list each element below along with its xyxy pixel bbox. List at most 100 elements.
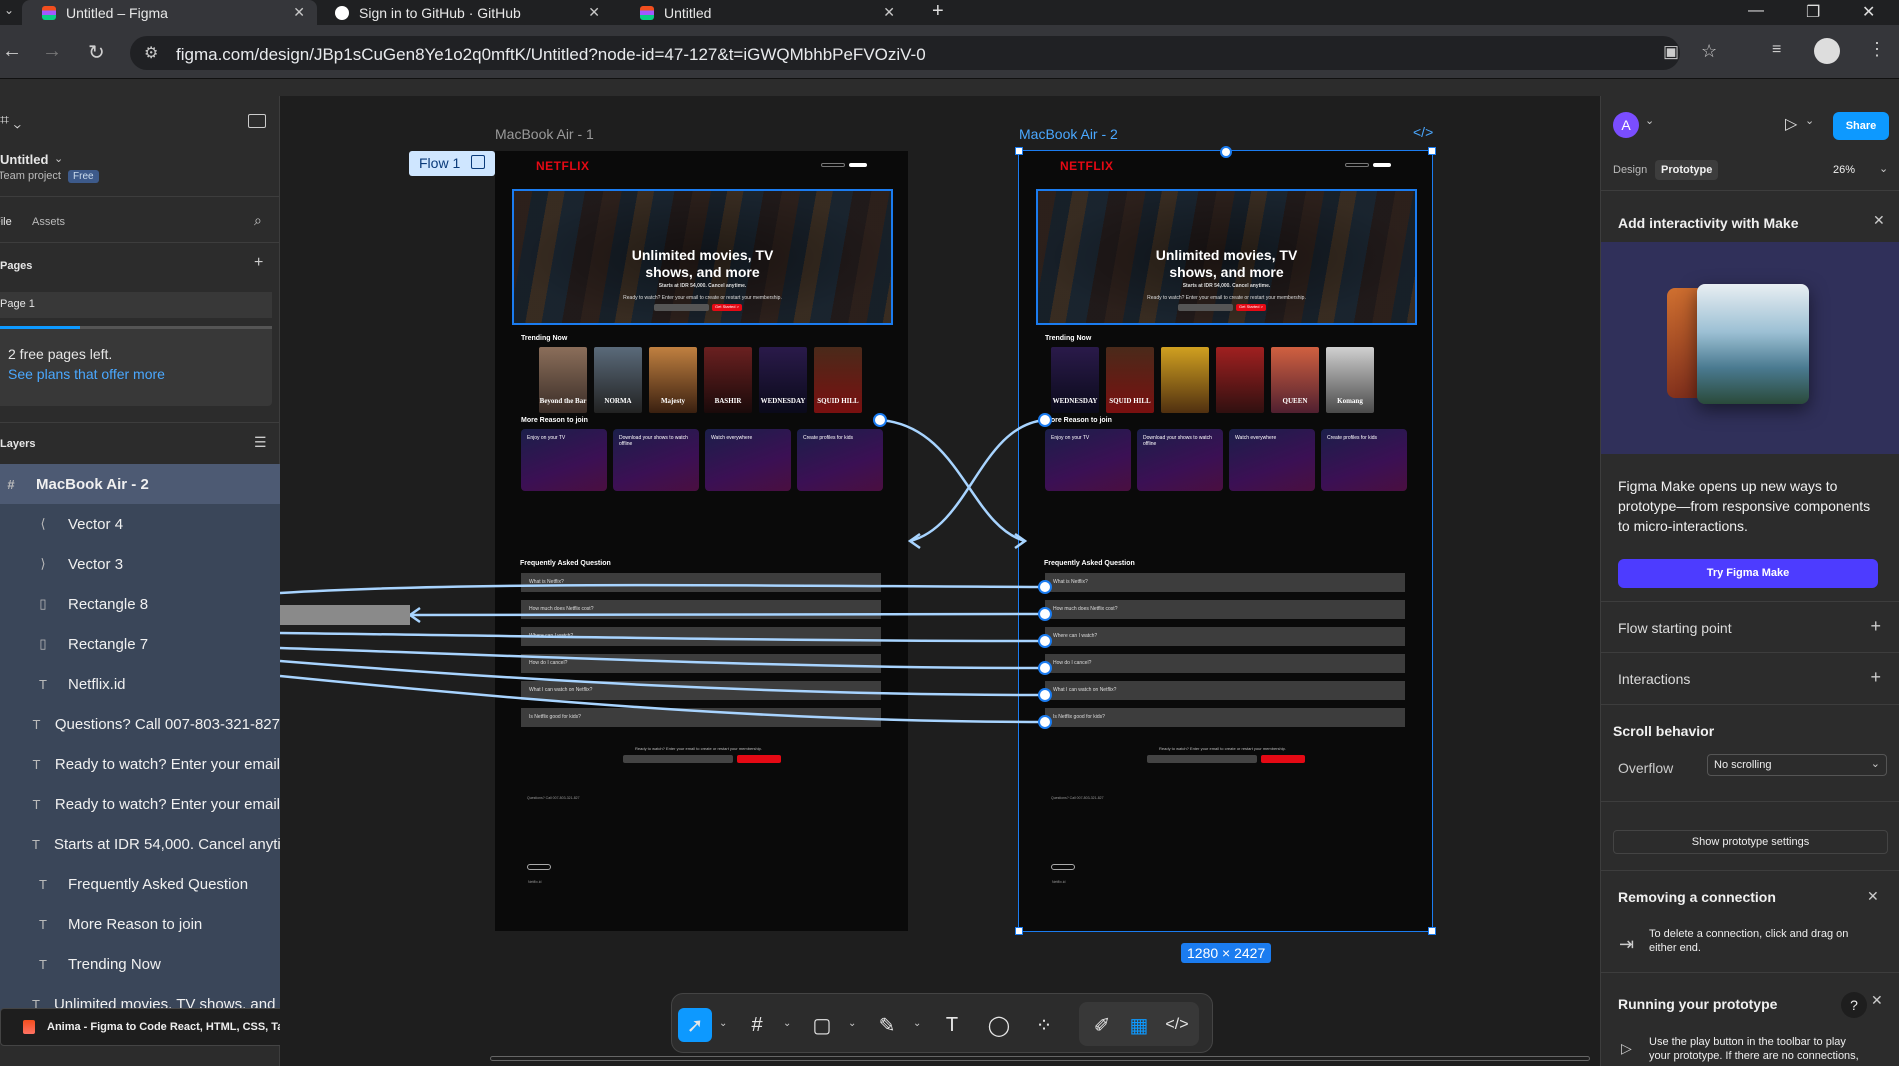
layer-item[interactable]: T Starts at IDR 54,000. Cancel anytime.: [0, 824, 280, 864]
code-icon[interactable]: </>: [1413, 124, 1433, 140]
plan-badge[interactable]: Free: [68, 170, 99, 183]
layer-item[interactable]: ▯ Rectangle 8: [0, 584, 280, 624]
rectangle-tool[interactable]: ▢: [805, 1008, 839, 1042]
add-flow-icon[interactable]: +: [1870, 616, 1881, 637]
draw-tool[interactable]: ✐: [1085, 1008, 1119, 1042]
layer-item[interactable]: T Trending Now: [0, 944, 280, 984]
search-icon[interactable]: ⌕: [254, 212, 262, 229]
dev-mode-tool[interactable]: ▦: [1122, 1008, 1156, 1042]
code-tool[interactable]: </>: [1160, 1008, 1194, 1042]
tab-file[interactable]: File: [0, 216, 12, 228]
layers-options-icon[interactable]: ☰: [254, 434, 267, 451]
figma-menu-icon[interactable]: ⌗ ⌄: [0, 112, 21, 130]
forward-icon[interactable]: →: [42, 40, 62, 63]
minimize-icon[interactable]: —: [1748, 2, 1764, 20]
comment-tool[interactable]: ◯: [982, 1008, 1016, 1042]
frame-label[interactable]: MacBook Air - 2: [1019, 126, 1118, 142]
reason-text: Watch everywhere: [711, 435, 753, 441]
layer-item[interactable]: T Questions? Call 007-803-321-827: [0, 704, 280, 744]
faq-question: How do I cancel?: [529, 660, 568, 666]
layer-item[interactable]: ⟨ Vector 4: [0, 504, 280, 544]
trending-heading: Trending Now: [521, 335, 568, 342]
close-icon[interactable]: ✕: [1867, 888, 1879, 905]
layers-heading: Layers: [0, 438, 36, 450]
horizontal-scrollbar[interactable]: [490, 1056, 1590, 1061]
layer-item[interactable]: T Ready to watch? Enter your email: [0, 744, 280, 784]
frame-tool[interactable]: #: [740, 1008, 774, 1042]
frame-macbook-air-1[interactable]: NETFLIX Unlimited movies, TV shows, and m…: [495, 151, 908, 931]
add-interaction-icon[interactable]: +: [1870, 667, 1881, 688]
chevron-down-icon[interactable]: ⌄: [783, 1018, 791, 1029]
bookmark-star-icon[interactable]: ☆: [1701, 41, 1717, 62]
frame-label[interactable]: MacBook Air - 1: [495, 126, 594, 142]
tab-untitled[interactable]: Untitled ✕: [640, 0, 905, 25]
rotation-handle[interactable]: [1220, 146, 1232, 158]
close-icon[interactable]: ✕: [1871, 992, 1883, 1009]
chevron-down-icon[interactable]: ⌄: [1805, 114, 1814, 127]
chevron-down-icon[interactable]: ⌄: [1645, 114, 1654, 127]
hero-price: Starts at IDR 54,000. Cancel anytime.: [1182, 283, 1271, 289]
share-button[interactable]: Share: [1833, 112, 1889, 140]
add-page-icon[interactable]: +: [254, 254, 263, 272]
chevron-down-icon[interactable]: ⌄: [848, 1018, 856, 1029]
toggle-sidebar-icon[interactable]: [248, 114, 266, 128]
close-icon[interactable]: ✕: [883, 4, 895, 21]
close-icon[interactable]: ✕: [1873, 212, 1885, 229]
actions-tool[interactable]: ⁘: [1027, 1008, 1061, 1042]
flow-label[interactable]: Flow 1: [409, 151, 495, 176]
tab-github[interactable]: Sign in to GitHub · GitHub ✕: [335, 0, 610, 25]
layer-item[interactable]: ⟩ Vector 3: [0, 544, 280, 584]
media-controls-icon[interactable]: ≡: [1772, 41, 1781, 59]
close-icon[interactable]: ✕: [293, 4, 305, 21]
chevron-down-icon[interactable]: ⌄: [719, 1018, 727, 1029]
overflow-select[interactable]: No scrolling ⌄: [1707, 754, 1887, 776]
reload-icon[interactable]: ↻: [88, 40, 105, 65]
profile-avatar[interactable]: [1814, 38, 1840, 64]
avatar[interactable]: A: [1613, 112, 1639, 138]
pen-tool[interactable]: ✎: [870, 1008, 904, 1042]
move-tool[interactable]: ➚: [678, 1008, 712, 1042]
play-flow-icon[interactable]: [471, 155, 485, 169]
close-icon[interactable]: ✕: [588, 4, 600, 21]
layer-item[interactable]: T Netflix.id: [0, 664, 280, 704]
url-field[interactable]: ⚙ figma.com/design/JBp1sCuGen8Ye1o2q0mft…: [130, 36, 1717, 70]
file-name[interactable]: Untitled: [0, 152, 48, 167]
chevron-down-icon[interactable]: ⌄: [1879, 162, 1888, 175]
help-icon[interactable]: ?: [1841, 992, 1867, 1018]
close-window-icon[interactable]: ✕: [1862, 2, 1875, 22]
frame-macbook-air-2[interactable]: NETFLIX Unlimited movies, TV shows, and m…: [1018, 150, 1433, 932]
tab-prototype[interactable]: Prototype: [1655, 160, 1719, 180]
see-plans-link[interactable]: See plans that offer more: [8, 366, 165, 382]
resize-handle[interactable]: [1015, 147, 1023, 155]
canvas[interactable]: Flow 1 MacBook Air - 1 MacBook Air - 2 <…: [280, 96, 1600, 1066]
layer-name: MacBook Air - 2: [36, 475, 149, 493]
prototype-settings-button[interactable]: Show prototype settings: [1613, 830, 1888, 854]
back-icon[interactable]: ←: [2, 40, 22, 63]
zoom-level[interactable]: 26%: [1833, 164, 1855, 176]
layer-item[interactable]: T Frequently Asked Question: [0, 864, 280, 904]
try-figma-make-button[interactable]: Try Figma Make: [1618, 559, 1878, 588]
resize-handle[interactable]: [1428, 147, 1436, 155]
layer-item[interactable]: # MacBook Air - 2: [0, 464, 280, 504]
play-icon[interactable]: ▷: [1785, 114, 1797, 134]
tab-design[interactable]: Design: [1613, 164, 1647, 176]
layer-item[interactable]: T Ready to watch? Enter your email: [0, 784, 280, 824]
site-settings-icon[interactable]: ⚙: [144, 43, 158, 63]
layer-item[interactable]: ▯ Rectangle 7: [0, 624, 280, 664]
tab-search-icon[interactable]: ⌄: [4, 3, 14, 17]
faq-question: How much does Netflix cost?: [529, 606, 594, 612]
layer-item[interactable]: T More Reason to join: [0, 904, 280, 944]
tab-figma-untitled[interactable]: Untitled – Figma ✕: [22, 0, 317, 25]
chevron-down-icon[interactable]: ⌄: [54, 152, 63, 165]
restore-icon[interactable]: ❐: [1806, 2, 1820, 22]
resize-handle[interactable]: [1428, 927, 1436, 935]
chevron-down-icon[interactable]: ⌄: [913, 1018, 921, 1029]
page-item-page-1[interactable]: Page 1: [0, 292, 272, 318]
new-tab-button[interactable]: +: [932, 0, 944, 23]
tab-assets[interactable]: Assets: [32, 216, 65, 228]
resize-handle[interactable]: [1015, 927, 1023, 935]
no-tracking-icon[interactable]: ▣: [1663, 42, 1679, 62]
browser-menu-icon[interactable]: ⋮: [1868, 39, 1886, 60]
faq-row: Is Netflix good for kids?: [1045, 708, 1405, 727]
text-tool[interactable]: T: [935, 1008, 969, 1042]
